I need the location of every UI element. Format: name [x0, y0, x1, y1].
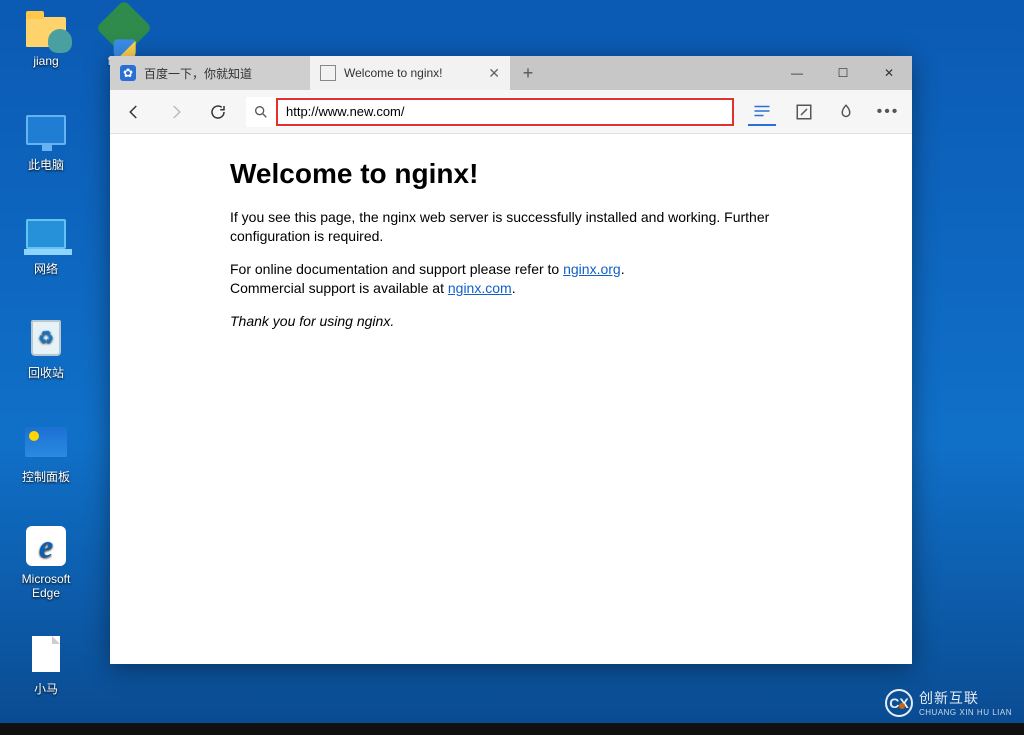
forward-button[interactable] — [162, 98, 190, 126]
page-paragraph: If you see this page, the nginx web serv… — [230, 208, 792, 246]
hub-button[interactable] — [832, 98, 860, 126]
watermark: CX 创新互联 CHUANG XIN HU LIAN — [885, 688, 1012, 717]
link-nginx-org[interactable]: nginx.org — [563, 261, 621, 277]
watermark-cn: 创新互联 — [919, 688, 1012, 708]
desktop-icon-edge[interactable]: e Microsoft Edge — [8, 524, 84, 600]
new-tab-button[interactable]: + — [510, 56, 546, 90]
search-icon[interactable] — [246, 104, 276, 120]
baidu-favicon-icon: ✿ — [120, 65, 136, 81]
ellipsis-icon: ••• — [877, 103, 900, 121]
reading-mode-button[interactable] — [748, 98, 776, 126]
tab-label: 百度一下，你就知道 — [144, 65, 252, 82]
tab-nginx[interactable]: Welcome to nginx! ✕ — [310, 56, 510, 90]
desktop-icon-label: 网络 — [8, 260, 84, 277]
desktop-icon-thispc[interactable]: 此电脑 — [8, 108, 84, 173]
desktop-icon-userfolder[interactable]: jiang — [8, 6, 84, 68]
fiddler-icon — [102, 6, 146, 50]
hub-icon — [837, 103, 855, 121]
more-button[interactable]: ••• — [874, 98, 902, 126]
page-thanks: Thank you for using nginx. — [230, 312, 792, 331]
tab-baidu[interactable]: ✿ 百度一下，你就知道 — [110, 56, 310, 90]
desktop-icon-label: 控制面板 — [8, 468, 84, 485]
folder-icon — [24, 6, 68, 50]
toolbar: ••• — [110, 90, 912, 134]
edge-icon: e — [24, 524, 68, 568]
address-bar-wrap — [246, 97, 734, 127]
tabbar: ✿ 百度一下，你就知道 Welcome to nginx! ✕ + — ☐ ✕ — [110, 56, 912, 90]
refresh-button[interactable] — [204, 98, 232, 126]
desktop-icon-label: Microsoft Edge — [8, 572, 84, 600]
taskbar[interactable] — [0, 723, 1024, 735]
recyclebin-icon: ♻ — [24, 316, 68, 360]
refresh-icon — [209, 103, 227, 121]
tab-close-icon[interactable]: ✕ — [488, 65, 500, 82]
window-maximize-button[interactable]: ☐ — [820, 56, 866, 90]
desktop-icon-network[interactable]: 网络 — [8, 212, 84, 277]
note-icon — [795, 103, 813, 121]
notes-button[interactable] — [790, 98, 818, 126]
page-favicon-icon — [320, 65, 336, 81]
address-input[interactable] — [276, 98, 734, 126]
pc-icon — [24, 108, 68, 152]
watermark-en: CHUANG XIN HU LIAN — [919, 708, 1012, 717]
desktop-icon-file[interactable]: 小马 — [8, 632, 84, 697]
watermark-logo-icon: CX — [885, 689, 913, 717]
file-icon — [24, 632, 68, 676]
desktop-icon-label: 小马 — [8, 680, 84, 697]
link-nginx-com[interactable]: nginx.com — [448, 280, 512, 296]
desktop-icon-recyclebin[interactable]: ♻ 回收站 — [8, 316, 84, 381]
page-paragraph: For online documentation and support ple… — [230, 260, 792, 298]
desktop-icon-label: 回收站 — [8, 364, 84, 381]
page-heading: Welcome to nginx! — [230, 158, 792, 190]
window-minimize-button[interactable]: — — [774, 56, 820, 90]
tab-label: Welcome to nginx! — [344, 66, 443, 80]
page-content: Welcome to nginx! If you see this page, … — [110, 134, 912, 664]
desktop-icon-label: 此电脑 — [8, 156, 84, 173]
arrow-right-icon — [167, 103, 185, 121]
desktop-icon-label: jiang — [8, 54, 84, 68]
network-icon — [24, 212, 68, 256]
desktop-icon-controlpanel[interactable]: 控制面板 — [8, 420, 84, 485]
browser-window: ✿ 百度一下，你就知道 Welcome to nginx! ✕ + — ☐ ✕ — [110, 56, 912, 664]
reading-list-icon — [753, 104, 771, 118]
window-close-button[interactable]: ✕ — [866, 56, 912, 90]
controlpanel-icon — [24, 420, 68, 464]
back-button[interactable] — [120, 98, 148, 126]
arrow-left-icon — [125, 103, 143, 121]
